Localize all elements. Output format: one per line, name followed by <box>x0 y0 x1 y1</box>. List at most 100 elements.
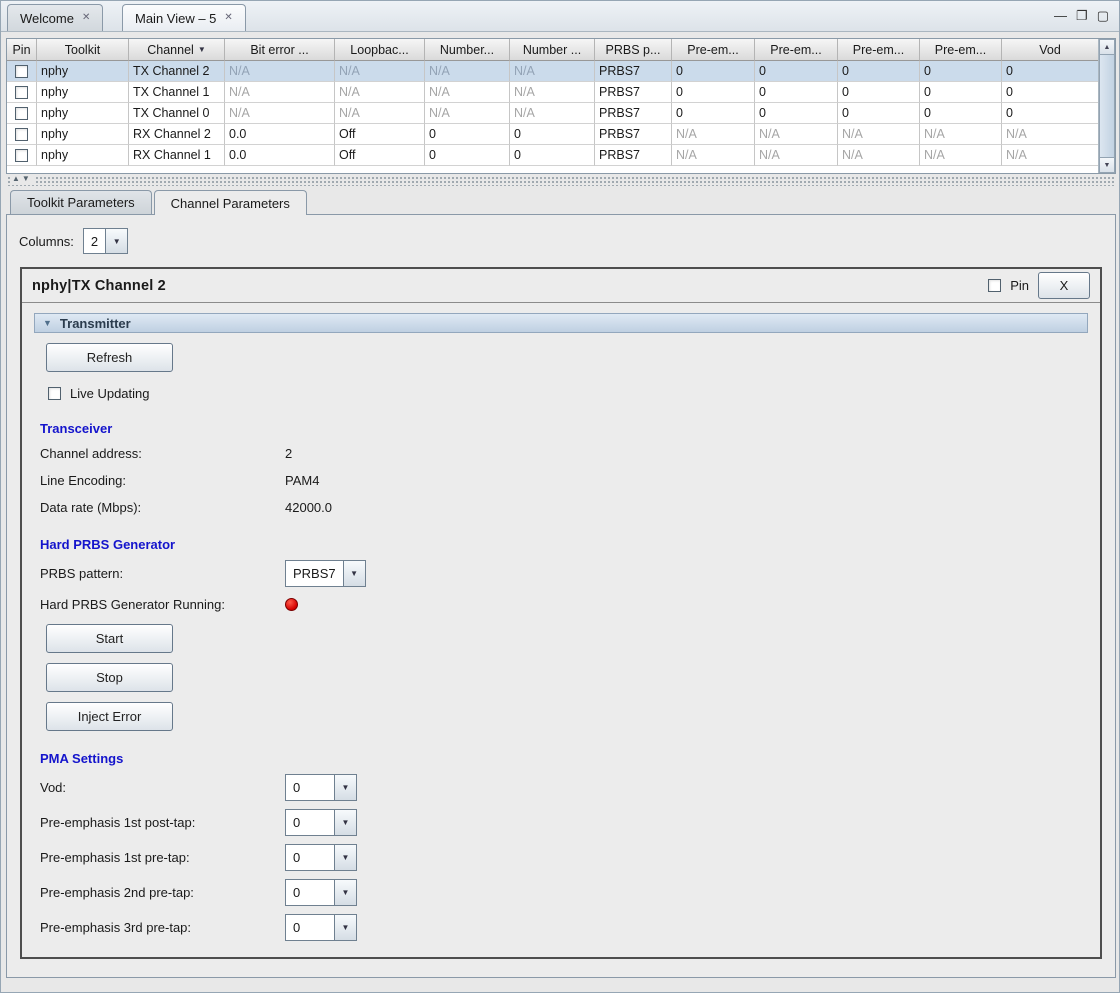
close-icon[interactable]: ✕ <box>82 13 90 23</box>
table-cell: PRBS7 <box>595 145 672 166</box>
tab-main-view-label: Main View – 5 <box>135 11 216 26</box>
combo-value: 0 <box>286 880 334 905</box>
vod-combobox[interactable]: 0 ▼ <box>285 774 357 801</box>
transmitter-section-header[interactable]: ▼ Transmitter <box>34 313 1088 333</box>
pma-settings-heading: PMA Settings <box>40 751 1088 766</box>
table-cell: RX Channel 1 <box>129 145 225 166</box>
column-header-number[interactable]: Number... <box>425 39 510 61</box>
transceiver-heading: Transceiver <box>40 421 1088 436</box>
column-header-pre-em[interactable]: Pre-em... <box>920 39 1002 61</box>
table-cell: N/A <box>335 61 425 82</box>
table-cell: N/A <box>1002 124 1098 145</box>
editor-tabbar: Welcome ✕ Main View – 5 ✕ — ❐ ▢ <box>1 1 1119 32</box>
chevron-down-icon[interactable]: ▼ <box>105 229 127 253</box>
vertical-scrollbar[interactable]: ▲ ▼ <box>1098 39 1115 173</box>
column-header-loopbac[interactable]: Loopbac... <box>335 39 425 61</box>
pin-checkbox[interactable] <box>15 86 28 99</box>
window-controls: — ❐ ▢ <box>1054 8 1109 24</box>
tab-main-view-5[interactable]: Main View – 5 ✕ <box>122 4 246 31</box>
columns-combobox[interactable]: 2 ▼ <box>83 228 128 254</box>
column-header-number[interactable]: Number ... <box>510 39 595 61</box>
table-cell: 0 <box>920 82 1002 103</box>
column-header-pre-em[interactable]: Pre-em... <box>672 39 755 61</box>
pin-cell <box>7 124 37 145</box>
tab-welcome[interactable]: Welcome ✕ <box>7 4 103 31</box>
table-body: nphyTX Channel 2N/AN/AN/AN/APRBS700000np… <box>7 61 1098 166</box>
table-cell: nphy <box>37 61 129 82</box>
column-header-pre-em[interactable]: Pre-em... <box>838 39 920 61</box>
close-card-button[interactable]: X <box>1038 272 1090 299</box>
splitter-handle-icon[interactable]: ▲▼ <box>10 174 34 183</box>
application-window: Welcome ✕ Main View – 5 ✕ — ❐ ▢ PinToolk… <box>0 0 1120 993</box>
table-cell: 0 <box>838 103 920 124</box>
prbs-pattern-combobox[interactable]: PRBS7 ▼ <box>285 560 366 587</box>
columns-selector-row: Columns: 2 ▼ <box>19 228 128 254</box>
table-row[interactable]: nphyTX Channel 2N/AN/AN/AN/APRBS700000 <box>7 61 1098 82</box>
sort-descending-icon: ▼ <box>198 45 206 54</box>
refresh-button[interactable]: Refresh <box>46 343 173 372</box>
scroll-up-icon[interactable]: ▲ <box>1099 39 1115 55</box>
table-cell: N/A <box>838 145 920 166</box>
column-header-pin[interactable]: Pin <box>7 39 37 61</box>
table-row[interactable]: nphyRX Channel 20.0Off00PRBS7N/AN/AN/AN/… <box>7 124 1098 145</box>
table-cell: 0.0 <box>225 124 335 145</box>
chevron-down-icon[interactable]: ▼ <box>334 810 356 835</box>
scrollbar-thumb[interactable] <box>1099 55 1115 157</box>
pre-emphasis-3rd-pre-tap-combobox[interactable]: 0 ▼ <box>285 914 357 941</box>
table-cell: TX Channel 0 <box>129 103 225 124</box>
table-cell: 0 <box>1002 103 1098 124</box>
scroll-down-icon[interactable]: ▼ <box>1099 157 1115 173</box>
table-cell: N/A <box>425 103 510 124</box>
minimize-icon[interactable]: — <box>1054 8 1067 24</box>
chevron-down-icon[interactable]: ▼ <box>334 915 356 940</box>
restore-icon[interactable]: ❐ <box>1076 8 1088 24</box>
chevron-down-icon[interactable]: ▼ <box>334 845 356 870</box>
table-row[interactable]: nphyRX Channel 10.0Off00PRBS7N/AN/AN/AN/… <box>7 145 1098 166</box>
maximize-icon[interactable]: ▢ <box>1097 8 1109 24</box>
column-header-toolkit[interactable]: Toolkit <box>37 39 129 61</box>
pin-checkbox[interactable] <box>15 128 28 141</box>
tab-toolkit-parameters-label: Toolkit Parameters <box>27 195 135 210</box>
collapse-triangle-icon[interactable]: ▼ <box>43 318 52 328</box>
vod-value: 0 <box>286 775 334 800</box>
table-cell: N/A <box>425 82 510 103</box>
column-header-vod[interactable]: Vod <box>1002 39 1098 61</box>
column-header-bit-error[interactable]: Bit error ... <box>225 39 335 61</box>
pre-emphasis-2nd-pre-tap-combobox[interactable]: 0 ▼ <box>285 879 357 906</box>
table-row[interactable]: nphyTX Channel 0N/AN/AN/AN/APRBS700000 <box>7 103 1098 124</box>
field-value: 2 <box>285 446 292 461</box>
transmitter-section-label: Transmitter <box>60 316 131 331</box>
column-header-pre-em[interactable]: Pre-em... <box>755 39 838 61</box>
table-cell: 0 <box>672 82 755 103</box>
chevron-down-icon[interactable]: ▼ <box>334 775 356 800</box>
chevron-down-icon[interactable]: ▼ <box>334 880 356 905</box>
start-button[interactable]: Start <box>46 624 173 653</box>
inject-error-button[interactable]: Inject Error <box>46 702 173 731</box>
close-icon[interactable]: ✕ <box>224 13 232 23</box>
pre-emphasis-1st-pre-tap-combobox[interactable]: 0 ▼ <box>285 844 357 871</box>
horizontal-splitter[interactable]: ▲▼ <box>6 177 1116 186</box>
chevron-down-icon[interactable]: ▼ <box>343 561 365 586</box>
field-value: PAM4 <box>285 473 319 488</box>
stop-button[interactable]: Stop <box>46 663 173 692</box>
pin-checkbox[interactable] <box>15 107 28 120</box>
pin-checkbox[interactable] <box>15 149 28 162</box>
live-updating-checkbox[interactable] <box>48 387 61 400</box>
pin-checkbox[interactable] <box>988 279 1001 292</box>
tab-channel-parameters[interactable]: Channel Parameters <box>154 190 307 215</box>
pre-emphasis-1st-post-tap-combobox[interactable]: 0 ▼ <box>285 809 357 836</box>
tab-toolkit-parameters[interactable]: Toolkit Parameters <box>10 190 152 214</box>
vod-row: Vod: 0 ▼ <box>40 774 1088 801</box>
table-row[interactable]: nphyTX Channel 1N/AN/AN/AN/APRBS700000 <box>7 82 1098 103</box>
pin-checkbox[interactable] <box>15 65 28 78</box>
field-label: Vod: <box>40 780 285 795</box>
channel-table-grid: PinToolkitChannel▼Bit error ...Loopbac..… <box>7 39 1098 173</box>
column-header-prbs-p[interactable]: PRBS p... <box>595 39 672 61</box>
field-label: Pre-emphasis 2nd pre-tap: <box>40 885 285 900</box>
channel-table: PinToolkitChannel▼Bit error ...Loopbac..… <box>6 38 1116 174</box>
table-cell: 0 <box>510 145 595 166</box>
pin-cell <box>7 82 37 103</box>
table-header-row: PinToolkitChannel▼Bit error ...Loopbac..… <box>7 39 1098 61</box>
column-header-channel[interactable]: Channel▼ <box>129 39 225 61</box>
channel-card-title: nphy|TX Channel 2 <box>32 278 166 294</box>
